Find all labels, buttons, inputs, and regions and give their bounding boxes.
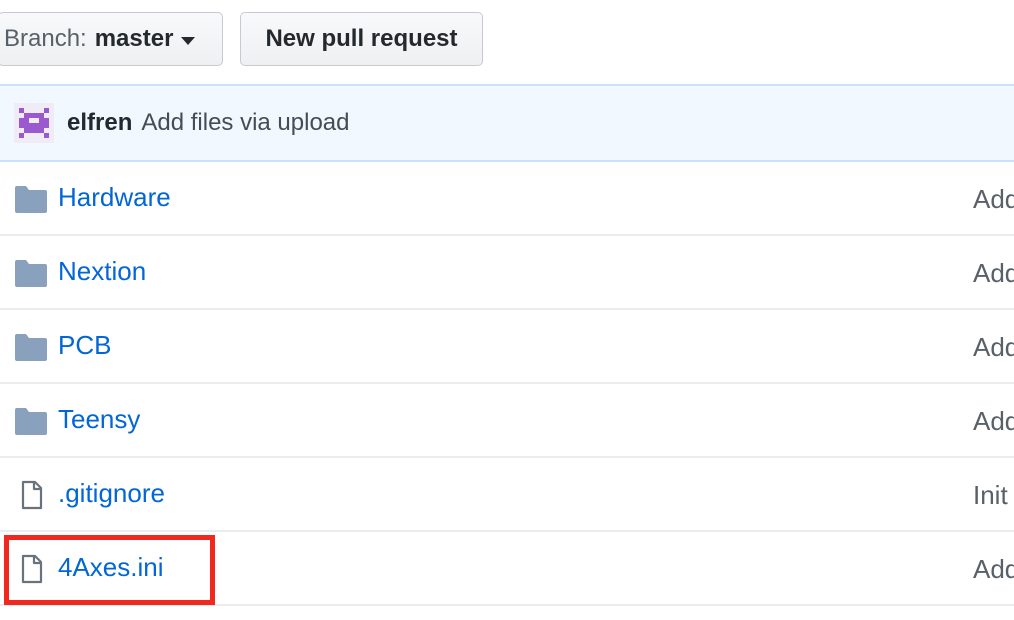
file-name-link[interactable]: 4Axes.ini	[58, 552, 164, 583]
branch-name: master	[94, 25, 174, 52]
caret-down-icon	[181, 36, 196, 45]
avatar[interactable]	[14, 103, 54, 143]
commit-message-cell[interactable]: Add	[973, 184, 1014, 215]
folder-icon	[14, 332, 48, 362]
file-name-link[interactable]: Teensy	[58, 404, 140, 435]
folder-icon	[14, 406, 48, 436]
file-list: Hardware Add Nextion Add PCB Add Teensy …	[0, 162, 1014, 606]
file-icon	[14, 554, 48, 584]
file-row-teensy: Teensy Add	[0, 384, 1014, 458]
file-row-4axes-ini: 4Axes.ini Add	[0, 532, 1014, 606]
file-name-link[interactable]: PCB	[58, 330, 111, 361]
commit-message-link[interactable]: Add files via upload	[141, 109, 349, 137]
latest-commit-bar: elfren Add files via upload	[0, 84, 1014, 162]
file-row-hardware: Hardware Add	[0, 162, 1014, 236]
file-name-link[interactable]: Nextion	[58, 256, 146, 287]
commit-author-link[interactable]: elfren	[67, 109, 132, 137]
commit-message-cell[interactable]: Add	[973, 554, 1014, 585]
file-row-gitignore: .gitignore Init	[0, 458, 1014, 532]
file-name-link[interactable]: Hardware	[58, 182, 171, 213]
identicon-icon	[14, 103, 54, 143]
commit-message-cell[interactable]: Add	[973, 332, 1014, 363]
branch-prefix-label: Branch:	[4, 25, 87, 52]
folder-icon	[14, 184, 48, 214]
branch-select-button[interactable]: Branch: master	[0, 12, 223, 66]
commit-message-cell[interactable]: Add	[973, 258, 1014, 289]
file-name-link[interactable]: .gitignore	[58, 478, 165, 509]
file-row-pcb: PCB Add	[0, 310, 1014, 384]
folder-icon	[14, 258, 48, 288]
repo-toolbar: Branch: master New pull request	[0, 0, 1014, 84]
commit-message-cell[interactable]: Add	[973, 406, 1014, 437]
file-row-nextion: Nextion Add	[0, 236, 1014, 310]
file-icon	[14, 480, 48, 510]
new-pull-request-button[interactable]: New pull request	[240, 12, 483, 66]
commit-message-cell[interactable]: Init	[973, 480, 1008, 511]
